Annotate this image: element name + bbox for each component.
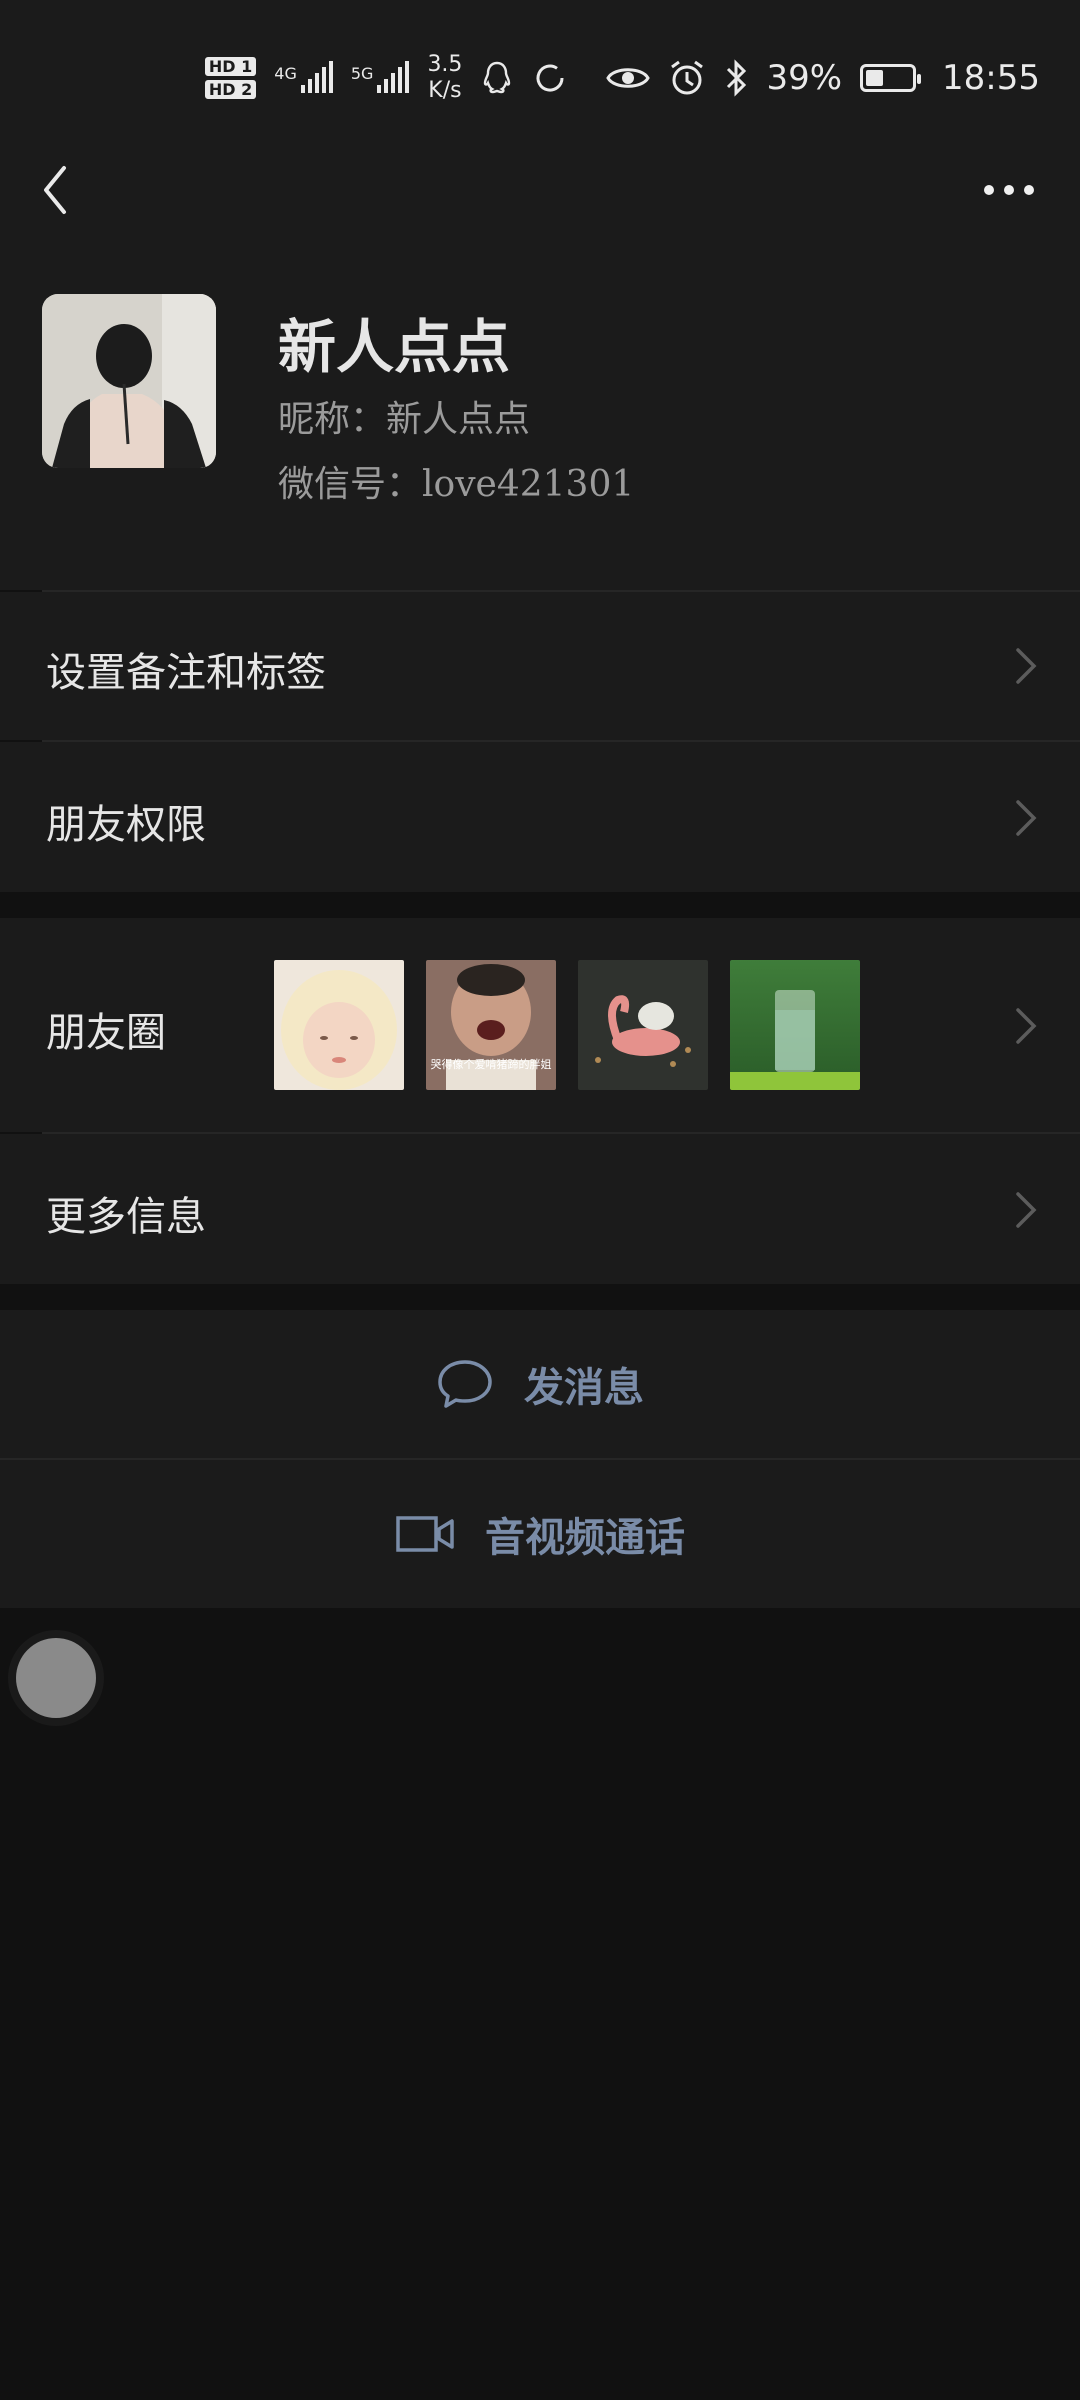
moments-thumb-caption: 哭得像个爱啃猪蹄的胖姐	[430, 1058, 552, 1071]
more-options-button[interactable]	[974, 170, 1044, 210]
navigation-bar	[0, 150, 1080, 280]
send-message-button[interactable]: 发消息	[0, 1310, 1080, 1458]
network-5g-label: 5G	[350, 64, 374, 83]
alarm-icon	[671, 60, 704, 95]
remark-tags-row[interactable]: 设置备注和标签	[0, 592, 1080, 740]
more-dot-icon	[984, 185, 994, 195]
hd1-badge: HD 1	[204, 57, 257, 76]
signal-bars-icon	[300, 61, 333, 93]
status-bar: HD 1 HD 2 4G 5G 3.5 K/s 39% 18:55	[0, 0, 1080, 150]
battery-fill	[866, 70, 884, 86]
status-icons: HD 1 HD 2 4G 5G 3.5 K/s 39% 18:55	[204, 48, 1040, 108]
network-speed: 3.5 K/s	[427, 52, 462, 104]
moments-thumbnail-4	[730, 960, 860, 1090]
assistive-touch-button[interactable]	[8, 1630, 104, 1726]
video-camera-icon	[396, 1516, 454, 1552]
more-dot-icon	[1024, 185, 1034, 195]
friend-permissions-row[interactable]: 朋友权限	[0, 742, 1080, 892]
video-call-button[interactable]: 音视频通话	[0, 1460, 1080, 1608]
avatar[interactable]	[42, 294, 216, 468]
nickname: 昵称：新人点点	[278, 399, 531, 440]
signal-bars-icon	[377, 61, 410, 93]
send-message-label: 发消息	[524, 1364, 644, 1411]
wechat-id[interactable]: 微信号：love421301	[278, 455, 634, 507]
friend-permissions-label: 朋友权限	[46, 802, 206, 848]
more-info-label: 更多信息	[46, 1194, 206, 1240]
network-4g-label: 4G	[274, 64, 297, 83]
avatar-image	[42, 294, 216, 468]
back-arrow-icon[interactable]	[36, 160, 96, 220]
sync-icon	[537, 64, 564, 92]
speed-unit: K/s	[428, 78, 462, 103]
hd-indicators: HD 1 HD 2	[204, 57, 257, 99]
battery-percent: 39%	[766, 58, 843, 98]
clock: 18:55	[942, 58, 1040, 98]
eye-icon	[606, 68, 651, 88]
profile-header: 新人点点 昵称：新人点点 微信号：love421301	[0, 280, 1080, 590]
chevron-right-icon	[1016, 800, 1037, 836]
moments-thumbnail-1	[274, 960, 404, 1090]
chevron-right-icon	[1016, 1008, 1037, 1044]
moments-thumbnail-3	[578, 960, 708, 1090]
moments-label: 朋友圈	[46, 1010, 166, 1056]
remark-tags-label: 设置备注和标签	[46, 650, 326, 696]
moments-row[interactable]: 朋友圈 哭得像个爱啃猪蹄的胖姐	[0, 918, 1080, 1132]
moments-image-baby-hood	[274, 960, 404, 1090]
display-name: 新人点点	[278, 313, 511, 381]
assistive-touch-dot	[16, 1638, 96, 1718]
chevron-right-icon	[1016, 648, 1037, 684]
signal-5g: 5G	[351, 61, 410, 95]
battery-icon	[860, 64, 922, 92]
bluetooth-icon	[727, 59, 747, 97]
chat-bubble-icon	[438, 1360, 492, 1408]
hd2-badge: HD 2	[204, 80, 257, 99]
chevron-right-icon	[1016, 1192, 1037, 1228]
signal-4g: 4G	[274, 61, 333, 95]
more-info-row[interactable]: 更多信息	[0, 1134, 1080, 1284]
moments-thumbnail-2: 哭得像个爱啃猪蹄的胖姐	[426, 960, 556, 1090]
speed-value: 3.5	[427, 52, 463, 77]
more-dot-icon	[1004, 185, 1014, 195]
moments-image-glass-of-water	[730, 960, 860, 1090]
video-call-label: 音视频通话	[485, 1514, 685, 1561]
qq-icon	[484, 61, 511, 94]
moments-image-flamingo	[578, 960, 708, 1090]
